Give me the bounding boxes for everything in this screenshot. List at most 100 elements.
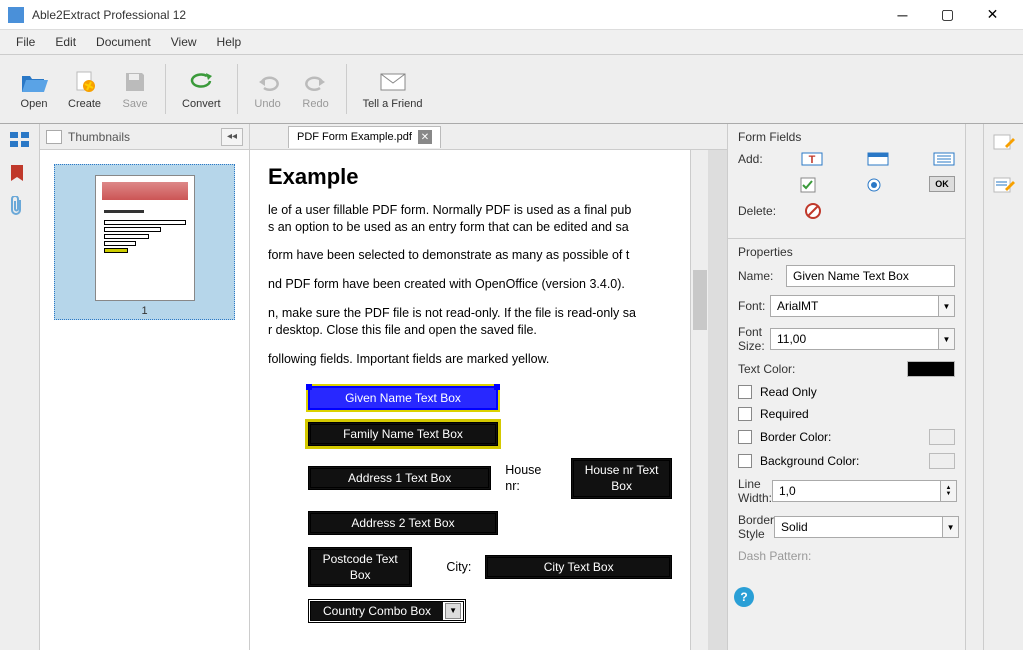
undo-icon [254,68,282,96]
envelope-icon [379,68,407,96]
redo-button[interactable]: Redo [292,64,340,114]
thumbnail-page-1[interactable]: 1 [54,164,235,320]
font-label: Font: [738,299,770,313]
form-fields-heading: Form Fields [738,130,955,144]
add-checkbox-field-icon[interactable] [797,176,819,194]
undo-button[interactable]: Undo [244,64,292,114]
read-only-label: Read Only [760,385,817,399]
text-color-swatch[interactable] [907,361,955,377]
border-color-swatch[interactable] [929,429,955,445]
field-given-name[interactable]: Given Name Text Box [308,386,498,410]
tell-friend-button[interactable]: Tell a Friend [353,64,433,114]
help-icon[interactable]: ? [734,587,754,607]
thumbnails-view-icon[interactable] [10,132,30,148]
field-house-nr[interactable]: House nr Text Box [571,458,672,498]
field-family-name[interactable]: Family Name Text Box [308,422,498,446]
collapse-pane-button[interactable]: ◂◂ [221,128,243,146]
menu-help[interactable]: Help [207,32,252,52]
add-radio-field-icon[interactable] [863,176,885,194]
menu-file[interactable]: File [6,32,45,52]
font-select[interactable] [770,295,939,317]
minimize-button[interactable]: ─ [880,1,925,29]
doc-heading: Example [268,162,672,192]
page-icon [46,130,62,144]
house-nr-label: House nr: [505,462,557,496]
close-button[interactable]: ✕ [970,1,1015,29]
convert-button[interactable]: Convert [172,64,231,114]
field-address-1[interactable]: Address 1 Text Box [308,466,491,490]
border-color-label: Border Color: [760,430,831,444]
line-width-input[interactable] [772,480,941,502]
name-input[interactable] [786,265,955,287]
add-button-field-icon[interactable] [867,150,889,168]
create-button[interactable]: Create [58,64,111,114]
name-label: Name: [738,269,786,283]
properties-heading: Properties [738,245,955,259]
city-label: City: [446,559,471,576]
border-color-checkbox[interactable] [738,430,752,444]
add-label: Add: [738,152,797,166]
edit-text-tool-icon[interactable] [993,134,1015,157]
toolbar: Open Create Save Convert Undo Redo Tell … [0,54,1023,124]
menu-document[interactable]: Document [86,32,161,52]
folder-open-icon [20,68,48,96]
menu-view[interactable]: View [161,32,207,52]
line-width-label: Line Width: [738,477,772,505]
field-country-combo[interactable]: Country Combo Box ▼ [308,599,466,623]
thumbnail-label: 1 [81,301,208,317]
menu-edit[interactable]: Edit [45,32,86,52]
field-address-2[interactable]: Address 2 Text Box [308,511,498,535]
thumbnails-title: Thumbnails [68,130,130,144]
read-only-checkbox[interactable] [738,385,752,399]
field-postcode[interactable]: Postcode Text Box [308,547,412,587]
bg-color-swatch[interactable] [929,453,955,469]
font-size-label: Font Size: [738,325,770,353]
left-rail [0,124,40,650]
menu-bar: File Edit Document View Help [0,30,1023,54]
tab-strip: PDF Form Example.pdf ✕ [250,124,727,150]
tab-pdf-form-example[interactable]: PDF Form Example.pdf ✕ [288,126,441,148]
save-button[interactable]: Save [111,64,159,114]
border-style-select[interactable] [774,516,943,538]
redo-icon [302,68,330,96]
field-city[interactable]: City Text Box [485,555,672,579]
convert-icon [187,68,215,96]
required-checkbox[interactable] [738,407,752,421]
font-size-select[interactable] [770,328,939,350]
stepper-icon[interactable]: ▲▼ [941,480,957,502]
border-style-label: Border Style [738,513,774,541]
document-area: PDF Form Example.pdf ✕ Example le of a u… [250,124,727,650]
required-label: Required [760,407,809,421]
svg-text:T: T [809,154,816,166]
bg-color-label: Background Color: [760,454,859,468]
chevron-down-icon[interactable]: ▼ [943,516,959,538]
maximize-button[interactable]: ▢ [925,1,970,29]
chevron-down-icon[interactable]: ▼ [939,328,955,350]
document-scrollbar[interactable] [690,150,708,650]
right-rail [983,124,1023,650]
tab-close-icon[interactable]: ✕ [418,130,432,144]
title-bar: Able2Extract Professional 12 ─ ▢ ✕ [0,0,1023,30]
delete-label: Delete: [738,204,798,218]
chevron-down-icon[interactable]: ▼ [445,603,461,619]
app-logo-icon [8,7,24,23]
dash-pattern-label: Dash Pattern: [738,549,848,563]
attachments-icon[interactable] [10,196,30,212]
add-text-field-icon[interactable]: T [801,150,823,168]
edit-form-tool-icon[interactable] [993,177,1015,200]
delete-field-icon[interactable] [802,202,824,220]
bookmarks-icon[interactable] [10,164,30,180]
text-color-label: Text Color: [738,362,848,376]
chevron-down-icon[interactable]: ▼ [939,295,955,317]
save-icon [121,68,149,96]
properties-panel: Form Fields Add: T OK Delete: [727,124,983,650]
bg-color-checkbox[interactable] [738,454,752,468]
properties-scrollbar[interactable] [965,124,983,650]
add-ok-button-field-icon[interactable]: OK [929,176,955,192]
open-button[interactable]: Open [10,64,58,114]
app-title: Able2Extract Professional 12 [32,8,880,22]
add-list-field-icon[interactable] [933,150,955,168]
thumbnails-pane: Thumbnails ◂◂ 1 [40,124,250,650]
new-file-icon [71,68,99,96]
main-layout: Thumbnails ◂◂ 1 [0,124,1023,650]
